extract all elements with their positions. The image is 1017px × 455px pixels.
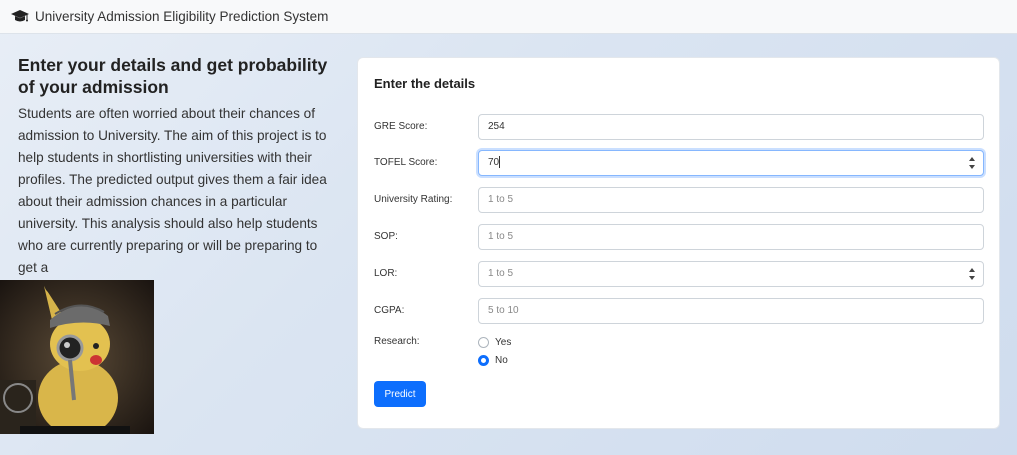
navbar-brand[interactable]: University Admission Eligibility Predict…	[35, 9, 328, 24]
cgpa-row: CGPA: 5 to 10	[374, 298, 986, 324]
radio-yes[interactable]	[478, 336, 489, 348]
spinner-arrows-icon[interactable]	[969, 157, 975, 169]
university-rating-input[interactable]: 1 to 5	[478, 187, 984, 213]
spinner-arrows-icon[interactable]	[969, 268, 975, 280]
research-option-no-label: No	[495, 354, 508, 366]
university-rating-row: University Rating: 1 to 5	[374, 187, 986, 213]
detective-pikachu-image	[0, 280, 154, 434]
graduation-cap-icon	[11, 9, 29, 21]
sop-label: SOP:	[374, 231, 398, 242]
lor-input[interactable]: 1 to 5	[478, 261, 984, 287]
research-option-yes[interactable]: Yes	[478, 335, 511, 349]
sop-input[interactable]: 1 to 5	[478, 224, 984, 250]
lor-label: LOR:	[374, 268, 398, 279]
radio-no[interactable]	[478, 354, 489, 366]
text-cursor	[499, 156, 501, 169]
sop-row: SOP: 1 to 5	[374, 224, 986, 250]
cgpa-input[interactable]: 5 to 10	[478, 298, 984, 324]
university-rating-label: University Rating:	[374, 194, 453, 205]
gre-score-row: GRE Score: 254	[374, 114, 986, 140]
research-label: Research:	[374, 336, 420, 347]
intro-body: Students are often worried about their c…	[18, 106, 327, 275]
predict-button[interactable]: Predict	[374, 381, 426, 407]
research-option-no[interactable]: No	[478, 353, 508, 367]
intro-section: Enter your details and get probability o…	[18, 54, 338, 279]
form-title: Enter the details	[374, 76, 476, 91]
gre-score-label: GRE Score:	[374, 121, 428, 132]
intro-heading: Enter your details and get probability o…	[18, 55, 328, 97]
navbar: University Admission Eligibility Predict…	[0, 0, 1017, 34]
lor-placeholder: 1 to 5	[488, 268, 514, 279]
tofel-score-input[interactable]: 70	[478, 150, 984, 176]
details-form-card: Enter the details GRE Score: 254 TOFEL S…	[357, 57, 1000, 429]
lor-row: LOR: 1 to 5	[374, 261, 986, 287]
gre-score-input[interactable]: 254	[478, 114, 984, 140]
cgpa-label: CGPA:	[374, 305, 405, 316]
research-option-yes-label: Yes	[495, 336, 512, 348]
tofel-score-value: 70	[488, 157, 500, 168]
research-group: Research: Yes No	[374, 335, 674, 375]
tofel-score-label: TOFEL Score:	[374, 157, 438, 168]
tofel-score-row: TOFEL Score: 70	[374, 150, 986, 176]
